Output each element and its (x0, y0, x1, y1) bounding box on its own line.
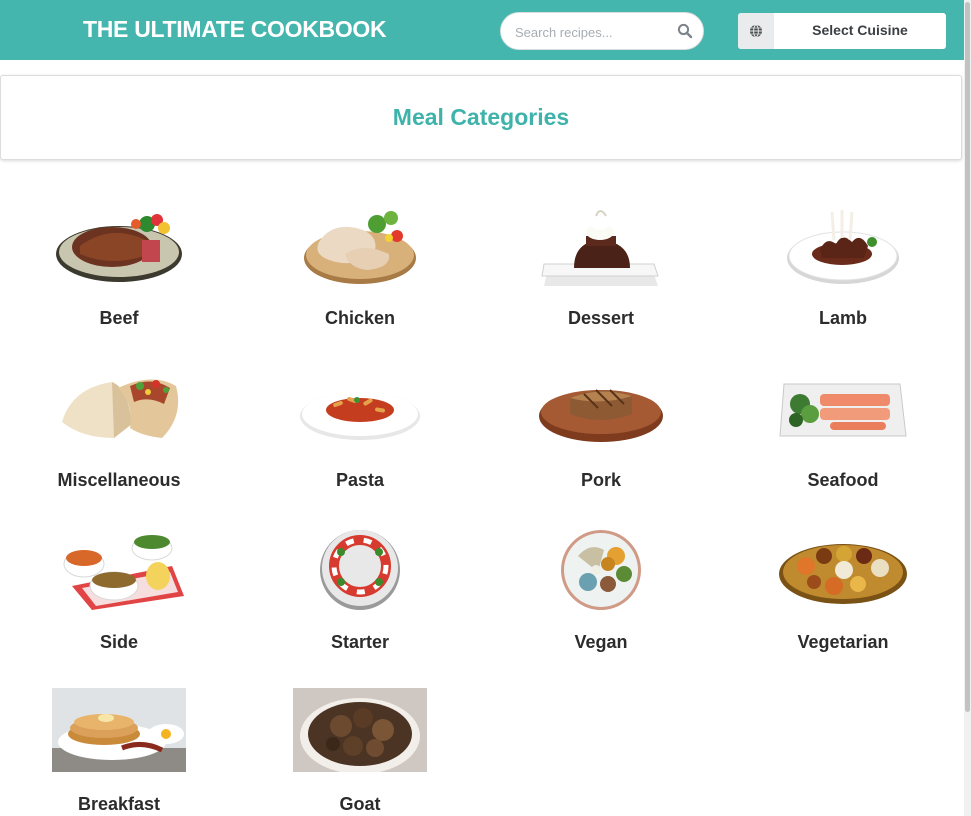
goat-image (293, 688, 427, 772)
category-label: Lamb (818, 308, 867, 328)
category-label: Beef (99, 308, 139, 328)
breakfast-image (52, 688, 186, 772)
pork-image (539, 389, 663, 442)
category-label: Goat (339, 794, 381, 814)
category-label: Starter (330, 632, 390, 652)
category-label: Vegan (574, 632, 628, 652)
category-label: Side (99, 632, 138, 652)
starter-image (320, 530, 400, 610)
beef-image (56, 214, 182, 282)
miscellaneous-image (62, 379, 179, 438)
app-page: THE ULTIMATE COOKBOOK Select (0, 0, 971, 816)
dessert-image (541, 210, 659, 286)
category-beef[interactable]: Beef (29, 198, 209, 348)
category-side[interactable]: Side (29, 522, 209, 672)
category-label: Dessert (567, 308, 635, 328)
category-chicken[interactable]: Chicken (270, 198, 450, 348)
vegetarian-image (779, 544, 907, 604)
chicken-image (304, 211, 416, 284)
category-pasta[interactable]: Pasta (270, 360, 450, 510)
category-vegetarian[interactable]: Vegetarian (753, 522, 933, 672)
category-label: Miscellaneous (57, 470, 181, 490)
pasta-image (300, 392, 420, 440)
category-label: Chicken (324, 308, 396, 328)
category-starter[interactable]: Starter (270, 522, 450, 672)
side-image (63, 535, 184, 610)
vegan-image (561, 530, 641, 610)
category-breakfast[interactable]: Breakfast (29, 684, 209, 816)
scrollbar-thumb[interactable] (965, 2, 970, 712)
category-label: Seafood (807, 470, 879, 490)
category-label: Vegetarian (797, 632, 889, 652)
lamb-image (787, 210, 899, 284)
category-vegan[interactable]: Vegan (511, 522, 691, 672)
category-goat[interactable]: Goat (270, 684, 450, 816)
vertical-scrollbar[interactable] (964, 0, 971, 816)
category-label: Pork (580, 470, 622, 490)
category-grid: Beef Chicken Dessert Lamb Miscellaneous … (0, 0, 964, 816)
category-label: Breakfast (77, 794, 161, 814)
category-seafood[interactable]: Seafood (753, 360, 933, 510)
category-lamb[interactable]: Lamb (753, 198, 933, 348)
category-miscellaneous[interactable]: Miscellaneous (29, 360, 209, 510)
seafood-image (779, 383, 907, 437)
category-label: Pasta (335, 470, 385, 490)
category-pork[interactable]: Pork (511, 360, 691, 510)
category-dessert[interactable]: Dessert (511, 198, 691, 348)
